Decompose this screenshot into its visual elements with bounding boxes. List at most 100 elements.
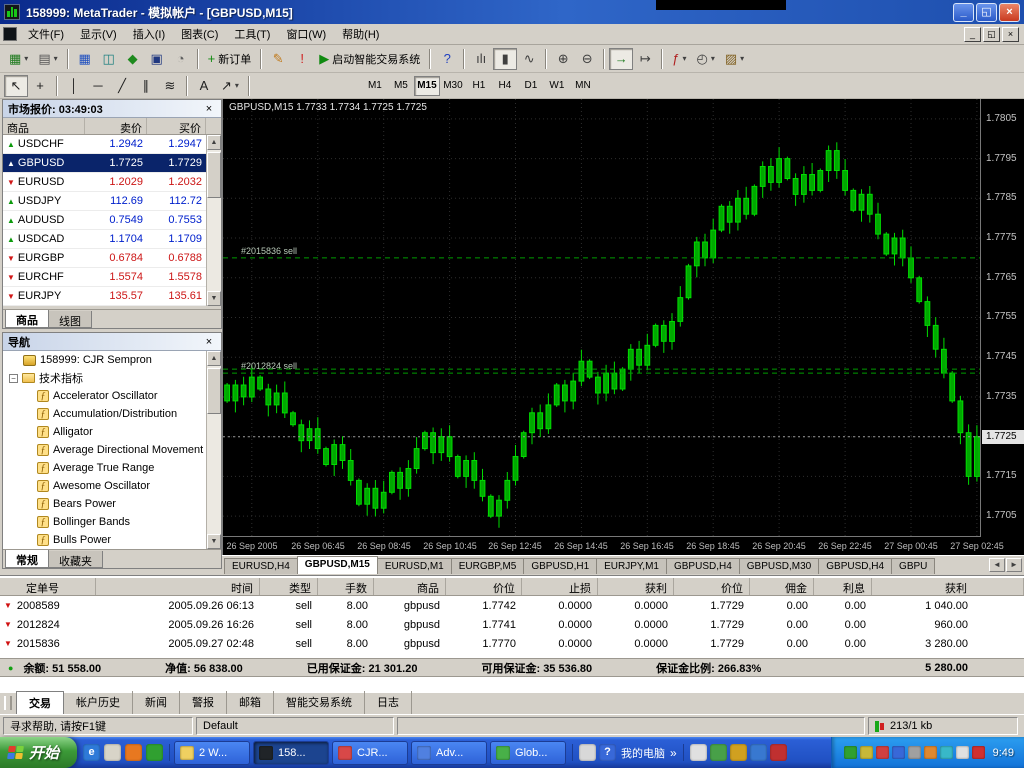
ie-quick-launch-icon[interactable]: e xyxy=(83,744,100,761)
market-watch-row[interactable]: ▼EURUSD1.20291.2032 xyxy=(3,173,221,192)
navigator-scrollbar[interactable]: ▲ ▼ xyxy=(206,351,221,549)
market-watch-row[interactable]: ▲GBPUSD1.77251.7729 xyxy=(3,154,221,173)
terminal-tab-4[interactable]: 邮箱 xyxy=(227,691,274,715)
navigator-button[interactable]: ◆ xyxy=(121,48,145,70)
chevron-icon[interactable]: » xyxy=(670,746,677,760)
trendline-button[interactable]: ╱ xyxy=(110,75,134,97)
market-watch-row[interactable]: ▲USDJPY112.69112.72 xyxy=(3,192,221,211)
horizontal-line-button[interactable]: ─ xyxy=(86,75,110,97)
chart-tab-9[interactable]: GBPU xyxy=(891,558,935,574)
chart-tab-8[interactable]: GBPUSD,H4 xyxy=(818,558,892,574)
tray-icon-7[interactable] xyxy=(940,746,953,759)
cursor-button[interactable]: ↖ xyxy=(4,75,28,97)
bar-chart-button[interactable]: ılı xyxy=(469,48,493,70)
language-bar-icon[interactable] xyxy=(579,744,596,761)
scroll-down-icon[interactable]: ▼ xyxy=(207,534,221,549)
market-watch-close-icon[interactable]: × xyxy=(202,103,216,115)
scroll-up-icon[interactable]: ▲ xyxy=(207,135,221,150)
market-watch-row[interactable]: ▲USDCHF1.29421.2947 xyxy=(3,135,221,154)
mdi-restore-button[interactable]: ◱ xyxy=(983,27,1000,42)
timeframe-m5-button[interactable]: M5 xyxy=(388,76,414,96)
strategy-tester-button[interactable]: ◔ xyxy=(169,48,193,70)
help-toolbar-icon[interactable]: ? xyxy=(599,744,616,761)
task-button[interactable]: Adv... xyxy=(411,741,487,765)
scroll-up-icon[interactable]: ▲ xyxy=(207,351,221,366)
taskbar-extra-icon-3[interactable] xyxy=(730,744,747,761)
tray-icon-9[interactable] xyxy=(972,746,985,759)
tray-icon-3[interactable] xyxy=(876,746,889,759)
market-watch-row[interactable]: ▼EURJPY135.57135.61 xyxy=(3,287,221,306)
tray-icon-8[interactable] xyxy=(956,746,969,759)
timeframe-m1-button[interactable]: M1 xyxy=(362,76,388,96)
navigator-indicator-item[interactable]: ƒAlligator xyxy=(3,423,221,441)
navigator-indicator-item[interactable]: ƒAccumulation/Distribution xyxy=(3,405,221,423)
market-watch-tab-1[interactable]: 线图 xyxy=(48,311,92,328)
desktop-toolbar-label[interactable]: 我的电脑 xyxy=(621,745,665,761)
status-profile[interactable]: Default xyxy=(196,717,394,735)
scrollbar-thumb[interactable] xyxy=(207,368,221,414)
terminal-tab-3[interactable]: 警报 xyxy=(180,691,227,715)
order-row[interactable]: ▼20085892005.09.26 06:13sell8.00gbpusd1.… xyxy=(0,596,1024,615)
channel-button[interactable]: ∥ xyxy=(134,75,158,97)
templates-button[interactable]: ▨▾ xyxy=(720,48,749,70)
show-desktop-icon[interactable] xyxy=(104,744,121,761)
close-button[interactable]: × xyxy=(999,3,1020,22)
menu-item[interactable]: 窗口(W) xyxy=(278,23,334,45)
scrollbar-thumb[interactable] xyxy=(207,152,221,198)
taskbar-extra-icon-5[interactable] xyxy=(770,744,787,761)
navigator-indicator-item[interactable]: ƒAverage Directional Movement xyxy=(3,441,221,459)
taskbar-clock[interactable]: 9:49 xyxy=(993,747,1014,759)
menu-item[interactable]: 图表(C) xyxy=(173,23,226,45)
tray-icon-2[interactable] xyxy=(860,746,873,759)
task-button[interactable]: CJR... xyxy=(332,741,408,765)
candlestick-chart[interactable]: #2015836 sell#2012824 sell xyxy=(223,99,981,536)
terminal-tab-1[interactable]: 帐户历史 xyxy=(64,691,133,715)
navigator-tab-0[interactable]: 常规 xyxy=(5,550,49,568)
terminal-tab-2[interactable]: 新闻 xyxy=(133,691,180,715)
periods-button[interactable]: ◴▾ xyxy=(691,48,719,70)
timeframe-w1-button[interactable]: W1 xyxy=(544,76,570,96)
timeframe-m30-button[interactable]: M30 xyxy=(440,76,466,96)
navigator-indicator-item[interactable]: ƒAwesome Oscillator xyxy=(3,477,221,495)
autotrading-button[interactable]: ▶启动智能交易系统 xyxy=(314,48,425,70)
timeframe-d1-button[interactable]: D1 xyxy=(518,76,544,96)
zoom-in-button[interactable]: ⊕ xyxy=(551,48,575,70)
taskbar-extra-icon-2[interactable] xyxy=(710,744,727,761)
task-button[interactable]: 2 W... xyxy=(174,741,250,765)
text-button[interactable]: A xyxy=(192,75,216,97)
navigator-indicator-item[interactable]: ƒAccelerator Oscillator xyxy=(3,387,221,405)
navigator-account-item[interactable]: 158999: CJR Sempron xyxy=(3,351,221,369)
menu-item[interactable]: 工具(T) xyxy=(226,23,278,45)
task-button[interactable]: Glob... xyxy=(490,741,566,765)
market-watch-row[interactable]: ▼EURGBP0.67840.6788 xyxy=(3,249,221,268)
market-watch-tab-0[interactable]: 商品 xyxy=(5,310,49,328)
mdi-minimize-button[interactable]: _ xyxy=(964,27,981,42)
task-button[interactable]: 158... xyxy=(253,741,329,765)
terminal-button[interactable]: ▣ xyxy=(145,48,169,70)
mdi-close-button[interactable]: × xyxy=(1002,27,1019,42)
minimize-button[interactable]: _ xyxy=(953,3,974,22)
menu-item[interactable]: 插入(I) xyxy=(125,23,173,45)
chart-tab-3[interactable]: EURGBP,M5 xyxy=(451,558,525,574)
expert-warning-button[interactable]: ! xyxy=(290,48,314,70)
market-watch-scrollbar[interactable]: ▲ ▼ xyxy=(206,135,221,306)
chart-tab-4[interactable]: GBPUSD,H1 xyxy=(523,558,597,574)
timeframe-h4-button[interactable]: H4 xyxy=(492,76,518,96)
taskbar-extra-icon-4[interactable] xyxy=(750,744,767,761)
tray-icon-6[interactable] xyxy=(924,746,937,759)
scroll-down-icon[interactable]: ▼ xyxy=(207,291,221,306)
scroll-right-icon[interactable]: ► xyxy=(1006,558,1022,572)
terminal-tab-6[interactable]: 日志 xyxy=(365,691,412,715)
terminal-tab-5[interactable]: 智能交易系统 xyxy=(274,691,365,715)
crosshair-button[interactable]: + xyxy=(28,75,52,97)
timeframe-m15-button[interactable]: M15 xyxy=(414,76,440,96)
timeframe-h1-button[interactable]: H1 xyxy=(466,76,492,96)
navigator-close-icon[interactable]: × xyxy=(202,336,216,348)
chart-tab-2[interactable]: EURUSD,M1 xyxy=(377,558,452,574)
tray-icon-5[interactable] xyxy=(908,746,921,759)
chart-tab-0[interactable]: EURUSD,H4 xyxy=(224,558,298,574)
market-watch-button[interactable]: ▦ xyxy=(73,48,97,70)
indicators-button[interactable]: ƒ▾ xyxy=(667,48,691,70)
zoom-out-button[interactable]: ⊖ xyxy=(575,48,599,70)
terminal-tab-0[interactable]: 交易 xyxy=(16,691,64,715)
